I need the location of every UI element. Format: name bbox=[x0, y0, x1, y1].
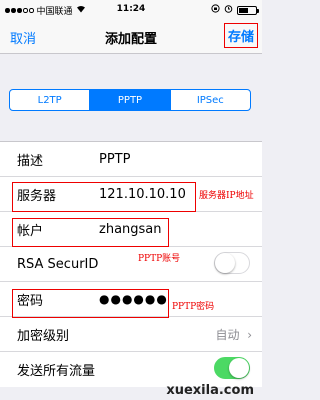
account-label: 帐户 bbox=[17, 223, 44, 239]
encryption-level-text: 自动 bbox=[215, 327, 240, 342]
rsa-securid-toggle[interactable] bbox=[214, 252, 250, 274]
account-field[interactable]: zhangsan bbox=[99, 222, 162, 237]
status-right bbox=[211, 4, 259, 16]
segment-l2tp[interactable]: L2TP bbox=[10, 90, 89, 110]
status-bar: 中国联通 11:24 bbox=[0, 0, 262, 18]
account-annotation: PPTP账号 bbox=[138, 254, 181, 264]
server-label: 服务器 bbox=[17, 188, 57, 204]
toggle-knob bbox=[229, 358, 249, 378]
send-all-traffic-toggle[interactable] bbox=[214, 357, 250, 379]
encryption-level-value: 自动 › bbox=[216, 326, 252, 343]
segment-ipsec[interactable]: IPSec bbox=[169, 90, 250, 110]
description-field[interactable]: PPTP bbox=[99, 152, 130, 167]
watermark: xuexila.com bbox=[166, 383, 254, 398]
vpn-config-form: 描述 PPTP 服务器 121.10.10.10 帐户 zhangsan RSA… bbox=[0, 141, 262, 387]
vpn-type-segmented-control: L2TP PPTP IPSec bbox=[9, 89, 251, 111]
rsa-securid-label: RSA SecurID bbox=[17, 256, 99, 272]
segment-pptp[interactable]: PPTP bbox=[89, 90, 170, 110]
password-row[interactable]: 密码 ●●●●●● bbox=[0, 282, 262, 317]
orientation-lock-icon bbox=[211, 4, 220, 16]
page-title: 添加配置 bbox=[104, 32, 157, 47]
alarm-icon bbox=[224, 4, 233, 16]
send-all-traffic-row: 发送所有流量 bbox=[0, 352, 262, 387]
save-button[interactable]: 存储 bbox=[223, 23, 258, 48]
chevron-right-icon: › bbox=[243, 327, 252, 342]
password-label: 密码 bbox=[17, 293, 44, 309]
description-row[interactable]: 描述 PPTP bbox=[0, 142, 262, 177]
encryption-level-label: 加密级别 bbox=[17, 328, 70, 344]
server-annotation: 服务器IP地址 bbox=[199, 191, 254, 201]
password-field[interactable]: ●●●●●● bbox=[99, 292, 168, 306]
send-all-traffic-label: 发送所有流量 bbox=[17, 364, 96, 379]
toggle-knob bbox=[215, 253, 235, 273]
nav-bar: 取消 添加配置 存储 bbox=[0, 18, 262, 54]
description-label: 描述 bbox=[17, 153, 44, 169]
battery-icon bbox=[237, 5, 259, 15]
server-field[interactable]: 121.10.10.10 bbox=[99, 187, 186, 202]
encryption-level-row[interactable]: 加密级别 自动 › bbox=[0, 317, 262, 352]
password-annotation: PPTP密码 bbox=[172, 302, 215, 312]
rsa-securid-row: RSA SecurID bbox=[0, 247, 262, 282]
account-row[interactable]: 帐户 zhangsan bbox=[0, 212, 262, 247]
battery-fill bbox=[239, 7, 248, 13]
